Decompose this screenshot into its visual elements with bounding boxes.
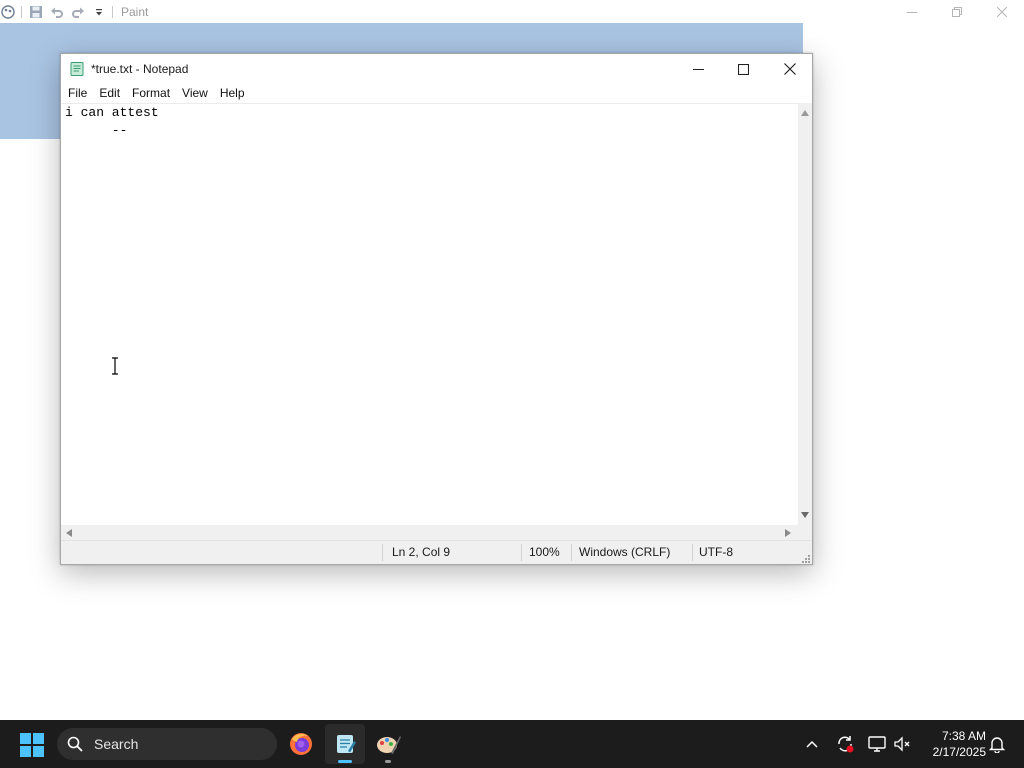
scroll-up-icon[interactable]	[798, 106, 812, 120]
restore-icon	[951, 6, 962, 17]
quick-access-separator	[21, 5, 22, 18]
paint-window-title: Paint	[121, 4, 149, 19]
menu-format[interactable]: Format	[126, 84, 176, 103]
notepad-menubar: File Edit Format View Help	[61, 84, 812, 103]
clock-date: 2/17/2025	[932, 745, 986, 759]
paint-titlebar: Paint	[0, 0, 1024, 23]
status-divider	[692, 544, 693, 561]
notepad-status-bar: Ln 2, Col 9 100% Windows (CRLF) UTF-8	[61, 540, 812, 564]
show-hidden-icons-button[interactable]	[800, 732, 824, 756]
text-line-2: --	[65, 123, 128, 138]
status-divider	[571, 544, 572, 561]
taskbar-search-box[interactable]: Search	[57, 728, 277, 760]
notepad-titlebar[interactable]: *true.txt - Notepad	[61, 54, 812, 84]
paint-restore-button[interactable]	[934, 0, 979, 23]
paint-quick-access-toolbar: Paint	[0, 0, 148, 23]
status-divider	[521, 544, 522, 561]
status-divider	[382, 544, 383, 561]
quick-access-separator-2	[112, 5, 113, 18]
save-icon[interactable]	[28, 4, 44, 20]
search-icon	[67, 736, 83, 752]
notepad-text-area[interactable]: i can attest --	[61, 103, 798, 525]
maximize-icon	[738, 63, 749, 75]
minimize-icon	[906, 11, 917, 13]
menu-edit[interactable]: Edit	[93, 84, 126, 103]
paint-window-controls	[889, 0, 1024, 23]
menu-view[interactable]: View	[176, 84, 214, 103]
notifications-button[interactable]	[985, 732, 1009, 756]
notepad-maximize-button[interactable]	[721, 54, 766, 84]
status-encoding: UTF-8	[699, 545, 733, 559]
active-app-indicator	[338, 760, 352, 763]
menu-file[interactable]: File	[61, 84, 93, 103]
vertical-scrollbar[interactable]	[798, 103, 812, 525]
display-icon	[868, 736, 886, 752]
paint-minimize-button[interactable]	[889, 0, 934, 23]
close-icon	[783, 63, 796, 75]
taskbar-firefox[interactable]	[281, 724, 321, 764]
taskbar-notepad[interactable]	[325, 724, 365, 764]
undo-icon[interactable]	[49, 4, 65, 20]
search-placeholder: Search	[94, 736, 139, 752]
notepad-icon	[337, 735, 356, 753]
paint-close-button[interactable]	[979, 0, 1024, 23]
bell-icon	[989, 737, 1005, 753]
status-cursor-position: Ln 2, Col 9	[392, 545, 451, 559]
scrollbar-corner	[798, 525, 812, 540]
taskbar-paint[interactable]	[368, 724, 408, 764]
notepad-window: *true.txt - Notepad File Edit Format Vie…	[60, 53, 813, 565]
redo-icon[interactable]	[70, 4, 86, 20]
notepad-close-button[interactable]	[767, 54, 812, 84]
minimize-icon	[693, 68, 704, 70]
scroll-right-icon[interactable]	[781, 525, 795, 540]
notepad-minimize-button[interactable]	[676, 54, 721, 84]
clock-time: 7:38 AM	[941, 729, 986, 743]
scroll-left-icon[interactable]	[62, 525, 76, 540]
taskbar: Search 7:38 AM 2/17/2025	[0, 720, 1024, 768]
horizontal-scrollbar[interactable]	[61, 525, 798, 540]
ibeam-cursor-icon	[110, 357, 120, 375]
volume-muted-icon	[894, 736, 910, 752]
notepad-app-icon	[69, 61, 85, 77]
status-zoom: 100%	[529, 545, 560, 559]
display-tray[interactable]	[865, 732, 889, 756]
volume-tray[interactable]	[890, 732, 914, 756]
customize-quick-access-icon[interactable]	[91, 4, 107, 20]
firefox-icon	[290, 733, 312, 755]
chevron-up-icon	[806, 740, 818, 748]
sync-alert-tray[interactable]	[833, 732, 857, 756]
text-line-1: i can attest	[65, 105, 159, 120]
taskbar-clock[interactable]: 7:38 AM 2/17/2025	[918, 728, 986, 760]
paint-app-icon	[0, 4, 16, 20]
notepad-window-title: *true.txt - Notepad	[91, 62, 189, 76]
close-icon	[996, 6, 1007, 17]
start-button[interactable]	[20, 733, 44, 757]
resize-grip-icon[interactable]	[800, 552, 810, 563]
sync-alert-icon	[838, 736, 854, 753]
windows-logo-icon	[20, 733, 44, 757]
menu-help[interactable]: Help	[214, 84, 251, 103]
open-app-indicator	[385, 760, 391, 763]
paint-icon	[377, 736, 401, 754]
scroll-down-icon[interactable]	[798, 508, 812, 522]
status-line-ending: Windows (CRLF)	[579, 545, 671, 559]
